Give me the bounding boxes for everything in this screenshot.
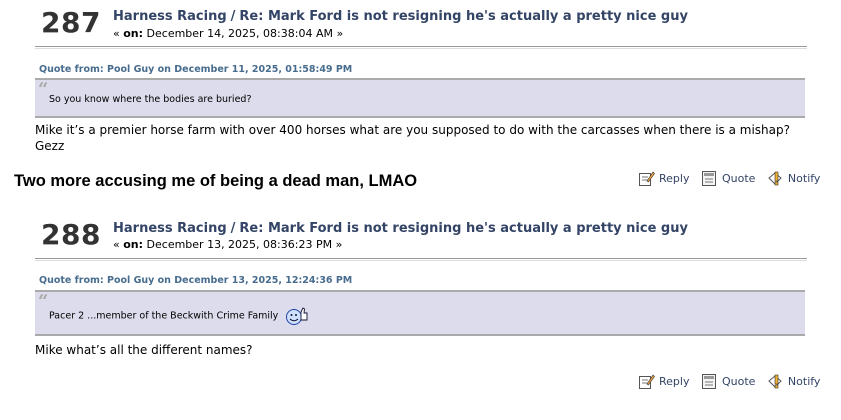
- notify-icon: [768, 374, 782, 389]
- quote-icon: [701, 374, 716, 389]
- board-link[interactable]: Harness Racing: [113, 9, 227, 24]
- post-288: 288 Harness Racing / Re: Mark Ford is not …: [35, 212, 820, 412]
- post-287: 287 Harness Racing / Re: Mark Ford is not …: [35, 0, 820, 186]
- reply-button[interactable]: Reply: [638, 373, 689, 390]
- board-link[interactable]: Harness Racing: [113, 221, 227, 236]
- notify-button[interactable]: Notify: [767, 373, 820, 390]
- quote-button[interactable]: Quote: [701, 170, 755, 187]
- post-title: Harness Racing / Re: Mark Ford is not resi…: [113, 221, 688, 236]
- quote-button[interactable]: Quote: [701, 373, 755, 390]
- post-date: « on: December 14, 2025, 08:38:04 AM »: [113, 27, 344, 40]
- reply-button[interactable]: Reply: [638, 170, 689, 187]
- post-actions: Reply Quote Notify: [638, 373, 828, 393]
- quote-mark-icon: “: [38, 291, 49, 312]
- title-separator: /: [230, 221, 236, 236]
- post-body: Mike it’s a premier horse farm with over…: [35, 123, 790, 153]
- quote-mark-icon: “: [38, 79, 49, 100]
- post-number: 288: [41, 218, 101, 251]
- post-actions: Reply Quote Notify: [638, 170, 828, 190]
- topic-link[interactable]: Re: Mark Ford is not resigning he's actu…: [239, 221, 688, 236]
- post-title: Harness Racing / Re: Mark Ford is not resi…: [113, 9, 688, 24]
- quote-box: “ Pacer 2 ...member of the Beckwith Crim…: [35, 290, 805, 336]
- thumbs-up-smiley-icon: [286, 307, 308, 325]
- post-date: « on: December 13, 2025, 08:36:23 PM »: [113, 238, 343, 251]
- quote-text: So you know where the bodies are buried?: [49, 94, 252, 105]
- quote-icon: [701, 171, 716, 186]
- post-signature: Two more accusing me of being a dead man…: [14, 172, 418, 190]
- reply-icon: [639, 374, 655, 389]
- post-number: 287: [41, 6, 101, 39]
- quote-header-link[interactable]: Quote from: Pool Guy on December 13, 202…: [39, 275, 352, 286]
- post-divider: [35, 258, 807, 261]
- post-divider: [35, 46, 807, 49]
- quote-header: Quote from: Pool Guy on December 13, 202…: [39, 275, 352, 286]
- post-body: Mike what’s all the different names?: [35, 343, 253, 357]
- quote-box: “ So you know where the bodies are burie…: [35, 78, 805, 118]
- topic-link[interactable]: Re: Mark Ford is not resigning he's actu…: [239, 9, 688, 24]
- quote-header: Quote from: Pool Guy on December 11, 202…: [39, 64, 352, 75]
- notify-icon: [768, 171, 782, 186]
- quote-header-link[interactable]: Quote from: Pool Guy on December 11, 202…: [39, 64, 352, 75]
- title-separator: /: [230, 9, 236, 24]
- quote-text: Pacer 2 ...member of the Beckwith Crime …: [49, 306, 309, 326]
- reply-icon: [639, 171, 655, 186]
- notify-button[interactable]: Notify: [767, 170, 820, 187]
